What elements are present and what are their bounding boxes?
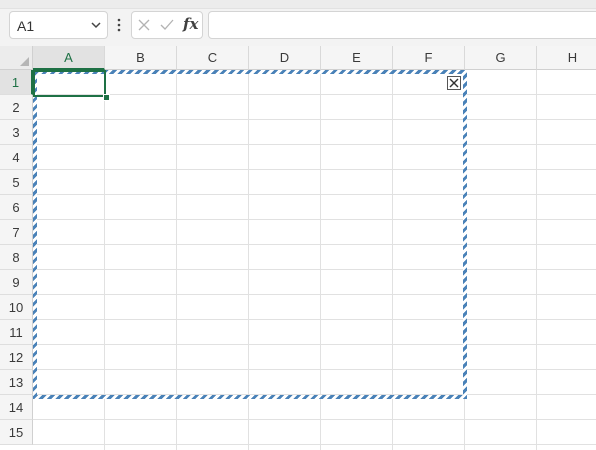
row-header-13[interactable]: 13: [0, 370, 33, 395]
row-header-9[interactable]: 9: [0, 270, 33, 295]
checkmark-icon[interactable]: [159, 18, 175, 32]
row-header-1[interactable]: 1: [0, 70, 33, 95]
name-box[interactable]: A1: [9, 11, 108, 39]
row-header-8[interactable]: 8: [0, 245, 33, 270]
column-header-b[interactable]: B: [105, 46, 177, 70]
formula-bar: A1 fx: [0, 0, 596, 46]
column-header-a[interactable]: A: [33, 46, 105, 70]
insert-function-icon[interactable]: fx: [183, 15, 198, 33]
selected-object-frame[interactable]: [33, 70, 467, 399]
chevron-down-icon[interactable]: [89, 18, 103, 32]
ribbon-edge: [0, 0, 596, 9]
row-header-12[interactable]: 12: [0, 345, 33, 370]
name-box-value: A1: [17, 18, 35, 34]
select-all-button[interactable]: [0, 46, 33, 70]
cancel-x-icon[interactable]: [137, 18, 151, 32]
row-header-14[interactable]: 14: [0, 395, 33, 420]
row-header-4[interactable]: 4: [0, 145, 33, 170]
column-header-f[interactable]: F: [393, 46, 465, 70]
column-header-c[interactable]: C: [177, 46, 249, 70]
fill-handle[interactable]: [103, 94, 110, 101]
row-header-5[interactable]: 5: [0, 170, 33, 195]
column-header-d[interactable]: D: [249, 46, 321, 70]
vertical-ellipsis-icon[interactable]: [114, 17, 124, 33]
column-header-h[interactable]: H: [537, 46, 596, 70]
close-button[interactable]: [447, 76, 461, 90]
row-header-10[interactable]: 10: [0, 295, 33, 320]
select-all-triangle-icon: [20, 57, 29, 66]
row-header-2[interactable]: 2: [0, 95, 33, 120]
column-header-g[interactable]: G: [465, 46, 537, 70]
row-header-15[interactable]: 15: [0, 420, 33, 445]
row-header-6[interactable]: 6: [0, 195, 33, 220]
formula-buttons: fx: [131, 11, 203, 39]
row-header-11[interactable]: 11: [0, 320, 33, 345]
row-header-7[interactable]: 7: [0, 220, 33, 245]
active-cell-a1[interactable]: [33, 70, 106, 97]
formula-input[interactable]: [208, 11, 596, 39]
column-header-e[interactable]: E: [321, 46, 393, 70]
close-x-icon: [449, 78, 459, 88]
row-header-3[interactable]: 3: [0, 120, 33, 145]
